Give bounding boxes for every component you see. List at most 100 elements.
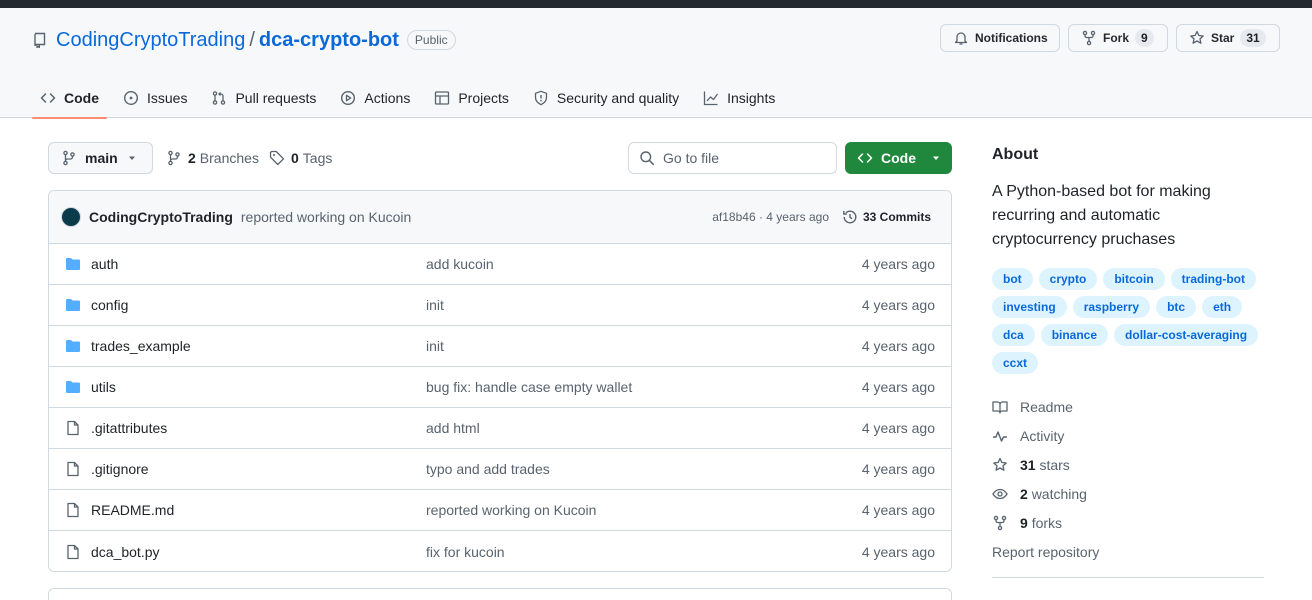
topic-tag[interactable]: eth <box>1202 296 1243 318</box>
forks-link[interactable]: 9 forks <box>992 508 1264 537</box>
sidebar-divider <box>992 577 1264 578</box>
file-commit-message[interactable]: typo and add trades <box>426 461 550 477</box>
file-name-link[interactable]: .gitattributes <box>91 420 167 436</box>
file-row[interactable]: config init 4 years ago <box>49 285 951 326</box>
file-commit-message[interactable]: add kucoin <box>426 256 494 272</box>
activity-link[interactable]: Activity <box>992 421 1264 450</box>
stars-link[interactable]: 31 stars <box>992 450 1264 479</box>
avatar[interactable] <box>61 207 81 227</box>
topic-tag[interactable]: btc <box>1156 296 1197 318</box>
global-topbar <box>0 0 1312 8</box>
eye-icon <box>992 486 1010 502</box>
tab-label: Issues <box>147 90 188 106</box>
file-toolbar: main 2 Branches 0 Tags Code <box>48 142 952 174</box>
star-icon <box>992 457 1010 473</box>
file-row[interactable]: auth add kucoin 4 years ago <box>49 244 951 285</box>
file-commit-date: 4 years ago <box>861 502 935 518</box>
file-name-link[interactable]: config <box>91 297 128 313</box>
branch-selector[interactable]: main <box>48 142 153 174</box>
topic-tag[interactable]: binance <box>1040 324 1109 346</box>
file-commit-date: 4 years ago <box>861 338 935 354</box>
stars-label: stars <box>1039 456 1070 473</box>
file-name-link[interactable]: dca_bot.py <box>91 544 160 560</box>
fork-label: Fork <box>1103 31 1130 45</box>
file-commit-message[interactable]: init <box>426 338 444 354</box>
latest-commit-bar: CodingCryptoTrading reported working on … <box>49 191 951 244</box>
commits-link[interactable]: 33 Commits <box>842 209 931 225</box>
readme-link[interactable]: Readme <box>992 392 1264 421</box>
file-commit-date: 4 years ago <box>861 420 935 436</box>
topic-tag[interactable]: bitcoin <box>1103 268 1165 290</box>
file-row[interactable]: .gitattributes add html 4 years ago <box>49 408 951 449</box>
tags-count: 0 <box>291 150 299 166</box>
code-button-label: Code <box>881 150 916 166</box>
file-browser: CodingCryptoTrading reported working on … <box>48 190 952 572</box>
table-icon <box>434 90 450 106</box>
topic-tag[interactable]: trading-bot <box>1170 268 1256 290</box>
file-commit-message[interactable]: reported working on Kucoin <box>426 502 596 518</box>
tab-pull-requests[interactable]: Pull requests <box>203 78 324 118</box>
file-row[interactable]: utils bug fix: handle case empty wallet … <box>49 367 951 408</box>
go-to-file-input[interactable] <box>663 150 813 166</box>
watchers-link[interactable]: 2 watching <box>992 479 1264 508</box>
tab-label: Actions <box>364 90 411 106</box>
pulse-icon <box>992 428 1010 444</box>
topic-tag[interactable]: crypto <box>1038 268 1098 290</box>
tags-link[interactable]: 0 Tags <box>269 142 332 174</box>
file-row[interactable]: trades_example init 4 years ago <box>49 326 951 367</box>
repo-stats: Readme Activity 31 stars 2 watching 9 fo… <box>992 392 1264 566</box>
tab-insights[interactable]: Insights <box>695 78 783 118</box>
file-commit-message[interactable]: bug fix: handle case empty wallet <box>426 379 632 395</box>
topic-list: bot crypto bitcoin trading-bot investing… <box>992 268 1264 374</box>
visibility-badge: Public <box>406 30 456 50</box>
topic-tag[interactable]: dollar-cost-averaging <box>1114 324 1259 346</box>
folder-icon <box>65 338 81 354</box>
topic-tag[interactable]: raspberry <box>1072 296 1151 318</box>
file-row[interactable]: README.md reported working on Kucoin 4 y… <box>49 490 951 531</box>
file-commit-message[interactable]: fix for kucoin <box>426 544 505 560</box>
topic-tag[interactable]: bot <box>992 268 1033 290</box>
folder-icon <box>65 379 81 395</box>
file-row[interactable]: dca_bot.py fix for kucoin 4 years ago <box>49 531 951 571</box>
branches-count: 2 <box>188 150 196 166</box>
commit-sha-time[interactable]: af18b46 · 4 years ago <box>712 210 829 224</box>
repo-owner-link[interactable]: CodingCryptoTrading <box>56 29 245 52</box>
file-icon <box>65 420 81 436</box>
search-icon <box>639 150 655 166</box>
star-label: Star <box>1211 31 1235 45</box>
file-row[interactable]: .gitignore typo and add trades 4 years a… <box>49 449 951 490</box>
code-dropdown-button[interactable]: Code <box>845 142 952 174</box>
star-button[interactable]: Star 31 <box>1176 24 1280 52</box>
tab-actions[interactable]: Actions <box>332 78 418 118</box>
file-name-link[interactable]: auth <box>91 256 118 272</box>
report-repository-link[interactable]: Report repository <box>992 537 1264 566</box>
repo-separator: / <box>249 28 255 51</box>
topic-tag[interactable]: dca <box>992 324 1035 346</box>
repo-title: CodingCryptoTrading / dca-crypto-bot Pub… <box>32 28 456 52</box>
file-name-link[interactable]: trades_example <box>91 338 191 354</box>
go-to-file-box[interactable] <box>628 142 837 174</box>
file-name-link[interactable]: README.md <box>91 502 174 518</box>
file-name-link[interactable]: .gitignore <box>91 461 149 477</box>
file-commit-message[interactable]: init <box>426 297 444 313</box>
tab-projects[interactable]: Projects <box>426 78 517 118</box>
forks-count: 9 <box>1020 514 1028 531</box>
star-counter: 31 <box>1240 29 1266 47</box>
topic-tag[interactable]: ccxt <box>992 352 1039 374</box>
tab-issues[interactable]: Issues <box>115 78 195 118</box>
topic-tag[interactable]: investing <box>992 296 1067 318</box>
branches-link[interactable]: 2 Branches <box>166 142 259 174</box>
tab-security[interactable]: Security and quality <box>525 78 687 118</box>
commit-author-link[interactable]: CodingCryptoTrading <box>89 209 233 225</box>
file-commit-message[interactable]: add html <box>426 420 480 436</box>
tab-code[interactable]: Code <box>32 78 107 119</box>
file-commit-date: 4 years ago <box>861 543 935 560</box>
play-icon <box>340 90 356 106</box>
fork-button[interactable]: Fork 9 <box>1068 24 1168 52</box>
file-name-link[interactable]: utils <box>91 379 116 395</box>
commit-message-link[interactable]: reported working on Kucoin <box>241 209 411 225</box>
notifications-button[interactable]: Notifications <box>940 24 1060 52</box>
repo-name-link[interactable]: dca-crypto-bot <box>259 29 399 52</box>
triangle-down-icon <box>930 152 942 164</box>
file-icon <box>65 502 81 518</box>
